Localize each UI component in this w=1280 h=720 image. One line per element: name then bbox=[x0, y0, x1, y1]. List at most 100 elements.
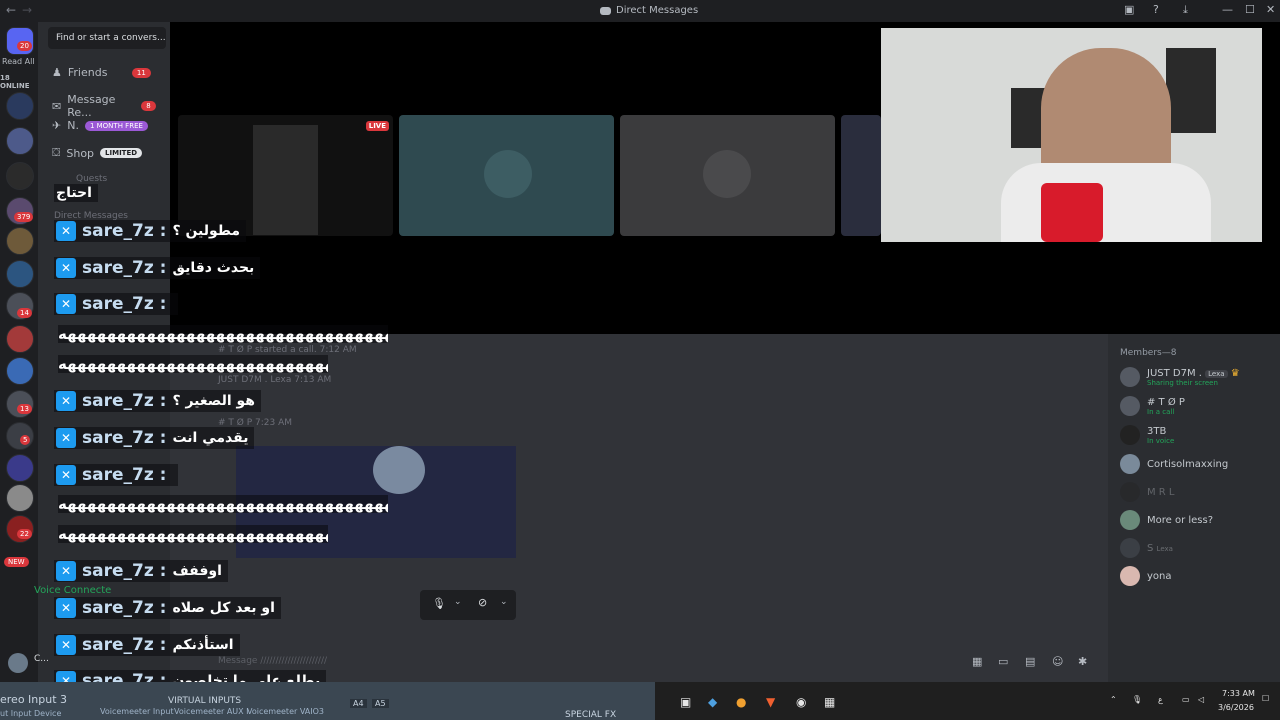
stream-tile[interactable]: LIVE bbox=[178, 115, 393, 236]
server-icon[interactable] bbox=[6, 162, 34, 190]
vs-code-icon[interactable]: ◆ bbox=[708, 695, 717, 709]
chat-line: ✕ sare_7z : bbox=[54, 293, 179, 315]
vm-channel[interactable]: Voicemeeter VAIO3 bbox=[247, 707, 324, 716]
stream-avatar bbox=[373, 446, 425, 494]
clock-date[interactable]: 3/6/2026 bbox=[1218, 703, 1254, 712]
live-badge: LIVE bbox=[365, 121, 389, 131]
chevron-down-icon[interactable]: ⌄ bbox=[500, 597, 508, 607]
kick-icon: ✕ bbox=[56, 598, 76, 618]
taskbar: ereo Input 3 ut Input Device VIRTUAL INP… bbox=[0, 682, 1280, 720]
member-item[interactable]: S Lexa bbox=[1120, 538, 1173, 558]
kick-icon: ✕ bbox=[56, 294, 76, 314]
a4-button[interactable]: A4 bbox=[350, 699, 367, 708]
member-item[interactable]: # T Ø P In a call bbox=[1120, 396, 1185, 416]
server-icon[interactable] bbox=[6, 127, 34, 155]
nav-friends[interactable]: ♟ Friends 11 bbox=[52, 66, 151, 79]
help-icon[interactable]: ? bbox=[1153, 3, 1159, 16]
voicemeeter-panel: ereo Input 3 ut Input Device VIRTUAL INP… bbox=[0, 682, 655, 720]
server-icon[interactable] bbox=[6, 92, 34, 120]
avatar bbox=[1120, 367, 1140, 387]
nav-message-requests[interactable]: ✉ Message Re... 8 bbox=[52, 93, 156, 119]
kick-icon: ✕ bbox=[56, 221, 76, 241]
sticker-icon[interactable]: ▤ bbox=[1025, 655, 1037, 668]
avatar bbox=[1120, 538, 1140, 558]
minimize-icon[interactable]: — bbox=[1222, 3, 1233, 16]
server-badge: 14 bbox=[17, 308, 32, 318]
member-item[interactable]: JUST D7M . Lexa ♛ Sharing their screen bbox=[1120, 367, 1240, 387]
kick-icon: ✕ bbox=[56, 428, 76, 448]
close-icon[interactable]: ✕ bbox=[1266, 3, 1275, 16]
avatar bbox=[1120, 454, 1140, 474]
kick-icon: ✕ bbox=[56, 561, 76, 581]
nav-quests[interactable]: Quests bbox=[76, 174, 107, 184]
server-icon[interactable] bbox=[6, 454, 34, 482]
read-all-button[interactable]: Read All bbox=[2, 57, 35, 66]
server-icon[interactable] bbox=[6, 357, 34, 385]
call-controls: 🎙 ⌄ ⊘ ⌄ bbox=[420, 590, 516, 620]
server-icon[interactable] bbox=[6, 325, 34, 353]
calculator-icon[interactable]: ▦ bbox=[824, 695, 835, 709]
crown-icon: ♛ bbox=[1230, 367, 1240, 379]
camera-off-icon[interactable]: ⊘ bbox=[478, 596, 487, 609]
mic-icon[interactable]: 🎙 bbox=[432, 597, 446, 610]
brave-icon[interactable]: ▼ bbox=[766, 695, 775, 709]
friends-icon: ♟ bbox=[52, 66, 62, 79]
server-icon[interactable] bbox=[6, 260, 34, 288]
discord-icon bbox=[600, 6, 611, 15]
gif-icon[interactable]: ▭ bbox=[998, 655, 1010, 668]
online-count: 18 ONLINE bbox=[0, 74, 30, 90]
tray-expand-icon[interactable]: ⌃ bbox=[1110, 695, 1117, 704]
chat-line: ✕ sare_7z : او بعد كل صلاه bbox=[54, 597, 281, 619]
composer-placeholder: Message ////////////////////// bbox=[218, 656, 328, 666]
server-badge: 13 bbox=[17, 404, 32, 414]
member-item[interactable]: yona bbox=[1120, 566, 1172, 586]
user-avatar[interactable] bbox=[8, 653, 28, 673]
webcam-overlay bbox=[881, 28, 1262, 242]
participant-tile[interactable] bbox=[399, 115, 614, 236]
participant-tile[interactable] bbox=[841, 115, 881, 236]
notification-icon[interactable]: ☐ bbox=[1262, 694, 1269, 703]
member-item[interactable]: M R L bbox=[1120, 482, 1175, 502]
kick-icon: ✕ bbox=[56, 258, 76, 278]
nav-shop[interactable]: ⛋ Shop LIMITED bbox=[52, 146, 143, 160]
back-arrow-icon[interactable]: ← bbox=[6, 3, 16, 17]
volume-icon[interactable]: ◁ bbox=[1198, 695, 1204, 704]
apps-icon[interactable]: ✱ bbox=[1078, 655, 1090, 668]
inbox-icon[interactable]: ▣ bbox=[1124, 3, 1134, 16]
special-fx-label: SPECIAL FX bbox=[565, 710, 617, 720]
emoji-icon[interactable]: ☺ bbox=[1052, 655, 1064, 668]
title-bar: ← → Direct Messages ▣ ? ⤓ — ☐ ✕ bbox=[0, 0, 1280, 22]
nav-nitro[interactable]: ✈ N. 1 MONTH FREE bbox=[52, 119, 148, 132]
download-icon[interactable]: ⤓ bbox=[1183, 3, 1188, 17]
vm-channel[interactable]: Voicemeeter Input bbox=[100, 707, 174, 716]
nitro-badge: 1 MONTH FREE bbox=[84, 120, 148, 131]
clock-time[interactable]: 7:33 AM bbox=[1222, 689, 1255, 698]
chat-laugh-line: هههههههههههههههههههههههههههههههه bbox=[58, 525, 328, 543]
vm-channel[interactable]: Voicemeeter AUX I bbox=[174, 707, 249, 716]
acoustic-panel bbox=[1166, 48, 1216, 133]
user-name: C... bbox=[34, 654, 49, 664]
mic-tray-icon[interactable]: 🎙 bbox=[1132, 695, 1142, 704]
chevron-down-icon[interactable]: ⌄ bbox=[454, 597, 462, 607]
network-icon[interactable]: ▭ bbox=[1182, 695, 1190, 704]
member-item[interactable]: 3TB In voice bbox=[1120, 425, 1174, 445]
requests-badge: 8 bbox=[141, 101, 156, 111]
app-icon[interactable]: ● bbox=[736, 695, 746, 709]
shop-icon: ⛋ bbox=[52, 146, 61, 159]
a5-button[interactable]: A5 bbox=[372, 699, 389, 708]
gift-icon[interactable]: ▦ bbox=[972, 655, 984, 668]
app-icon[interactable]: ◉ bbox=[796, 695, 806, 709]
participant-tile[interactable] bbox=[620, 115, 835, 236]
server-icon[interactable] bbox=[6, 484, 34, 512]
member-item[interactable]: Cortisolmaxxing bbox=[1120, 454, 1228, 474]
language-indicator[interactable]: ع bbox=[1158, 695, 1163, 704]
server-badge: 22 bbox=[17, 529, 32, 539]
search-input[interactable]: Find or start a convers... bbox=[48, 27, 166, 49]
member-item[interactable]: More or less? bbox=[1120, 510, 1213, 530]
app-icon[interactable]: ▣ bbox=[680, 695, 691, 709]
server-icon[interactable] bbox=[6, 227, 34, 255]
maximize-icon[interactable]: ☐ bbox=[1245, 3, 1255, 16]
chat-line: ✕ sare_7z : هو الصغير ؟ bbox=[54, 390, 261, 412]
forward-arrow-icon[interactable]: → bbox=[22, 3, 32, 17]
home-badge: 20 bbox=[17, 41, 32, 51]
